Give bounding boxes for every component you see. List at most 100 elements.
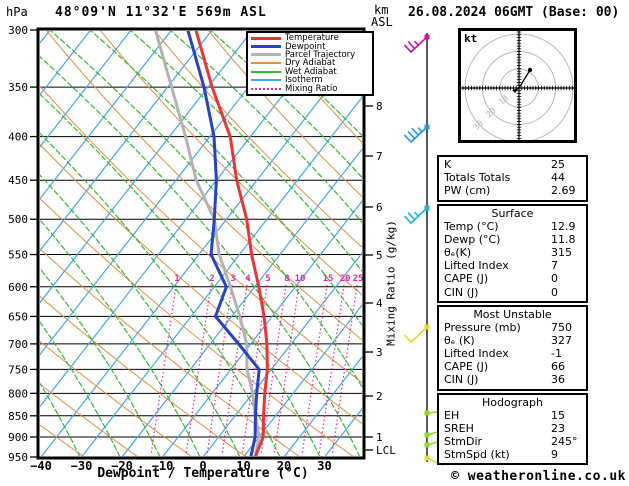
hodograph-unit-label: kt [464, 32, 478, 45]
stats-row-label: SREH [444, 421, 474, 435]
mixing-ratio-label: 3 [230, 274, 235, 284]
stats-row-label: CIN (J) [444, 373, 479, 387]
mixing-ratio-label: 20 [340, 274, 351, 284]
km-tick-label: 3 [376, 346, 383, 359]
stats-row-value: 11.8 [551, 232, 576, 246]
wind-barb [404, 324, 430, 343]
legend-label: Mixing Ratio [285, 83, 338, 94]
stats-row-label: θₑ (K) [444, 333, 475, 347]
stats-row-value: -1 [551, 347, 562, 361]
stats-row: K 25 [439, 158, 586, 171]
pressure-tick-label: 400 [8, 131, 28, 144]
km-tick-label: 5 [376, 249, 383, 262]
stats-row-label: K [444, 158, 452, 171]
stats-row: θₑ (K) 327 [439, 334, 586, 347]
pressure-tick-label: 750 [8, 363, 28, 376]
stats-row: Pressure (mb) 750 [439, 321, 586, 334]
stats-row-value: 7 [551, 259, 558, 273]
pressure-tick-label: 950 [8, 451, 28, 464]
mixing-ratio-label: 5 [265, 274, 270, 284]
stats-row-value: 750 [551, 320, 572, 334]
lcl-label: LCL [376, 444, 396, 457]
stats-row-value: 0 [551, 285, 558, 299]
km-tick-label: 4 [376, 297, 383, 310]
pressure-tick-label: 350 [8, 81, 28, 94]
stats-row-value: 23 [551, 421, 565, 435]
stats-section-title: Most Unstable [473, 307, 552, 321]
stats-row-label: Pressure (mb) [444, 320, 521, 334]
stats-row-value: 245° [551, 435, 578, 448]
stats-row-label: EH [444, 408, 460, 422]
stats-row-label: PW (cm) [444, 184, 491, 198]
legend-swatch [251, 87, 281, 90]
x-axis-title: Dewpoint / Temperature (°C) [97, 466, 309, 481]
pressure-tick-label: 850 [8, 410, 28, 423]
stats-section-surface: Surface Temp (°C) 12.9 Dewp (°C) 11.8 θₑ(K) 31… [437, 203, 588, 303]
hodograph-panel: 10 20 30 kt [458, 28, 577, 143]
stats-row-value: 12.9 [551, 219, 576, 233]
stats-row: CAPE (J) 0 [439, 272, 586, 285]
km-tick-label: 1 [376, 431, 383, 444]
pressure-tick-label: 500 [8, 213, 28, 226]
stats-row-value: 36 [551, 373, 565, 387]
mixing-ratio-line [331, 284, 358, 456]
stats-row-value: 315 [551, 245, 572, 259]
legend-item-mixing-ratio: Mixing Ratio [251, 83, 372, 94]
hodograph-vector [518, 69, 531, 89]
mixing-ratio-label: 8 [284, 274, 289, 284]
km-tick-label: 8 [376, 100, 383, 113]
stats-row-label: CAPE (J) [444, 360, 489, 374]
stats-row-label: StmDir [444, 435, 483, 448]
stats-row-value: 15 [551, 408, 565, 422]
legend-swatch [251, 62, 281, 65]
stats-row: θₑ(K) 315 [439, 246, 586, 259]
stats-row: EH 15 [439, 409, 586, 422]
hodograph-plot: 102030 [461, 31, 574, 140]
stats-row-value: 66 [551, 360, 565, 374]
mixing-ratio-line [318, 284, 345, 456]
pressure-tick-label: 550 [8, 249, 28, 262]
hodograph-ring-label: 30 [472, 118, 485, 131]
wind-barb [404, 205, 430, 224]
stats-row-label: Dewp (°C) [444, 232, 501, 246]
stats-row: CAPE (J) 66 [439, 360, 586, 373]
skewt-page: hPa 48°09'N 11°32'E 569m ASL km ASL 26.0… [0, 0, 629, 486]
mixing-ratio-axis-title: Mixing Ratio (g/kg) [384, 220, 398, 346]
legend-swatch [251, 36, 281, 40]
copyright-watermark: © weatheronline.co.uk [451, 469, 626, 484]
stats-panel: K 25 Totals Totals 44 PW (cm) 2.69 Surface Temp… [437, 155, 588, 467]
stats-row-label: CAPE (J) [444, 272, 489, 286]
legend-swatch [251, 79, 281, 82]
wind-barb [404, 34, 430, 53]
legend-label: Isotherm [285, 75, 323, 86]
legend-swatch [251, 70, 281, 73]
stats-row-value: 327 [551, 333, 572, 347]
wind-barb [404, 124, 430, 143]
stats-row-value: 25 [551, 158, 565, 171]
pressure-tick-label: 450 [8, 174, 28, 187]
pressure-tick-label: 650 [8, 310, 28, 323]
stats-row-label: Lifted Index [444, 259, 509, 273]
stats-row-label: Lifted Index [444, 347, 509, 361]
km-tick-label: 2 [376, 390, 383, 403]
stats-row: StmSpd (kt) 9 [439, 448, 586, 461]
mixing-ratio-label: 10 [295, 274, 306, 284]
stats-row: SREH 23 [439, 422, 586, 435]
stats-section-title: Hodograph [482, 395, 543, 409]
stats-row-label: CIN (J) [444, 285, 479, 299]
mixing-ratio-label: 15 [323, 274, 334, 284]
stats-row: CIN (J) 0 [439, 286, 586, 299]
pressure-tick-label: 600 [8, 281, 28, 294]
pressure-tick-label: 700 [8, 338, 28, 351]
mixing-ratio-label: 2 [209, 274, 214, 284]
km-tick-label: 7 [376, 150, 383, 163]
stats-row-value: 44 [551, 171, 565, 185]
stats-row-label: Temp (°C) [444, 219, 499, 233]
mixing-ratio-label: 4 [245, 274, 251, 284]
legend-swatch [251, 53, 281, 57]
km-tick-label: 6 [376, 201, 383, 214]
stats-row-label: θₑ(K) [444, 245, 472, 259]
stats-row: Totals Totals 44 [439, 171, 586, 184]
stats-row: StmDir 245° [439, 435, 586, 448]
stats-section-title: Surface [491, 206, 534, 220]
